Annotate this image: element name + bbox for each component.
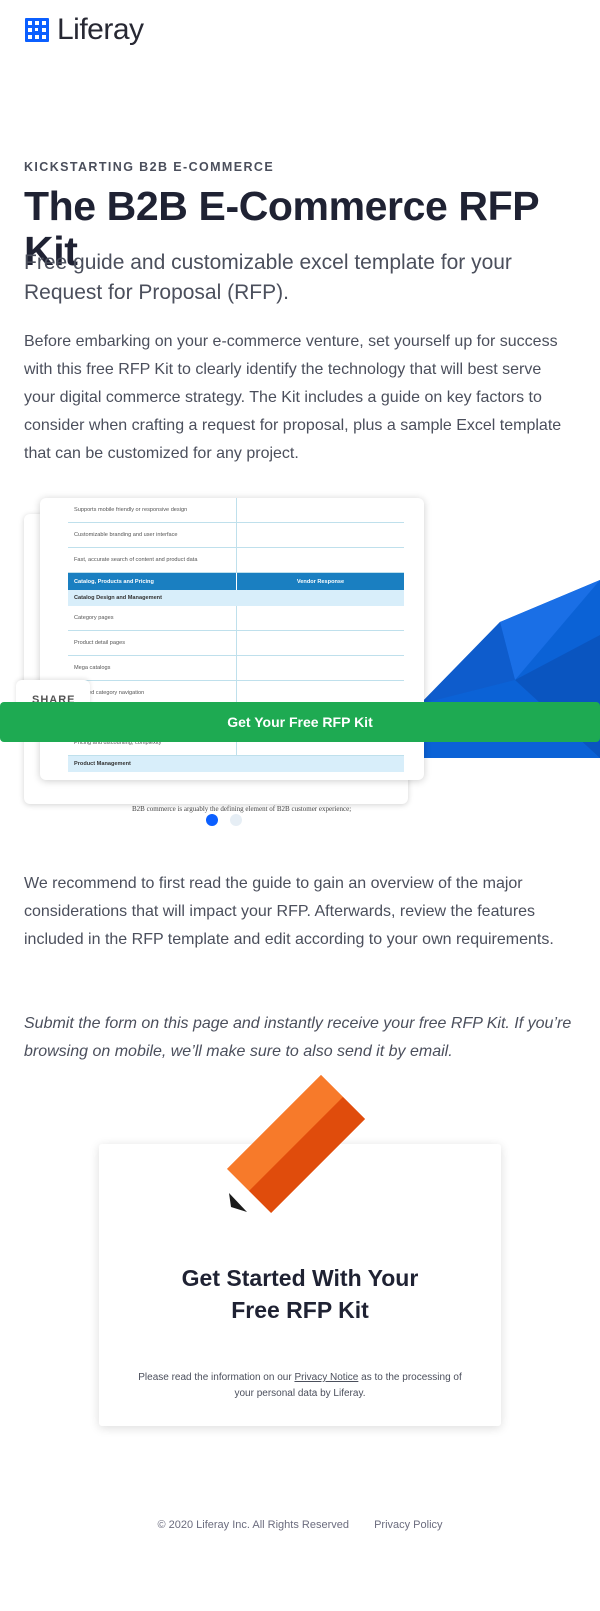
- table-row: Product detail pages: [68, 631, 404, 656]
- table-row: Category pages: [68, 606, 404, 631]
- carousel-dot-active[interactable]: [206, 814, 218, 826]
- liferay-logo[interactable]: Liferay: [25, 15, 144, 45]
- carousel-dot[interactable]: [230, 814, 242, 826]
- privacy-note: Please read the information on our Priva…: [138, 1372, 462, 1399]
- card-title: Get Started With Your Free RFP Kit: [99, 1262, 501, 1326]
- card-title-line2: Free RFP Kit: [231, 1297, 369, 1324]
- copyright-text: © 2020 Liferay Inc. All Rights Reserved: [157, 1519, 349, 1531]
- card-title-line1: Get Started With Your: [181, 1265, 419, 1291]
- table-row: Mega catalogs: [68, 656, 404, 681]
- get-rfp-kit-button[interactable]: Get Your Free RFP Kit: [0, 702, 600, 742]
- guide-excerpt: B2B commerce is arguably the defining el…: [132, 805, 352, 813]
- intro-paragraph: Before embarking on your e-commerce vent…: [24, 333, 562, 462]
- table-header-row: Catalog, Products and Pricing Vendor Resp…: [68, 573, 404, 590]
- privacy-policy-link[interactable]: Privacy Policy: [374, 1519, 442, 1531]
- privacy-notice-link[interactable]: Privacy Notice: [294, 1372, 358, 1383]
- liferay-logo-icon: [25, 18, 49, 42]
- page-subtitle: Free guide and customizable excel templa…: [24, 251, 512, 305]
- table-row: Supports mobile friendly or responsive d…: [68, 498, 404, 523]
- table-row: Fast, accurate search of content and pro…: [68, 548, 404, 573]
- submit-note-paragraph: Submit the form on this page and instant…: [24, 1015, 572, 1060]
- page-footer: © 2020 Liferay Inc. All Rights Reserved …: [0, 1519, 600, 1531]
- table-section-row: Catalog Design and Management: [68, 590, 404, 606]
- eyebrow-label: KICKSTARTING B2B E-COMMERCE: [24, 160, 275, 174]
- pencil-icon: [227, 1075, 365, 1213]
- table-row: Customizable branding and user interface: [68, 523, 404, 548]
- recommendation-paragraph: We recommend to first read the guide to …: [24, 875, 554, 948]
- table-section-row: Product Management: [68, 756, 404, 772]
- rfp-kit-preview: B2B commerce is arguably the defining el…: [0, 490, 600, 826]
- logo-wordmark: Liferay: [57, 13, 144, 46]
